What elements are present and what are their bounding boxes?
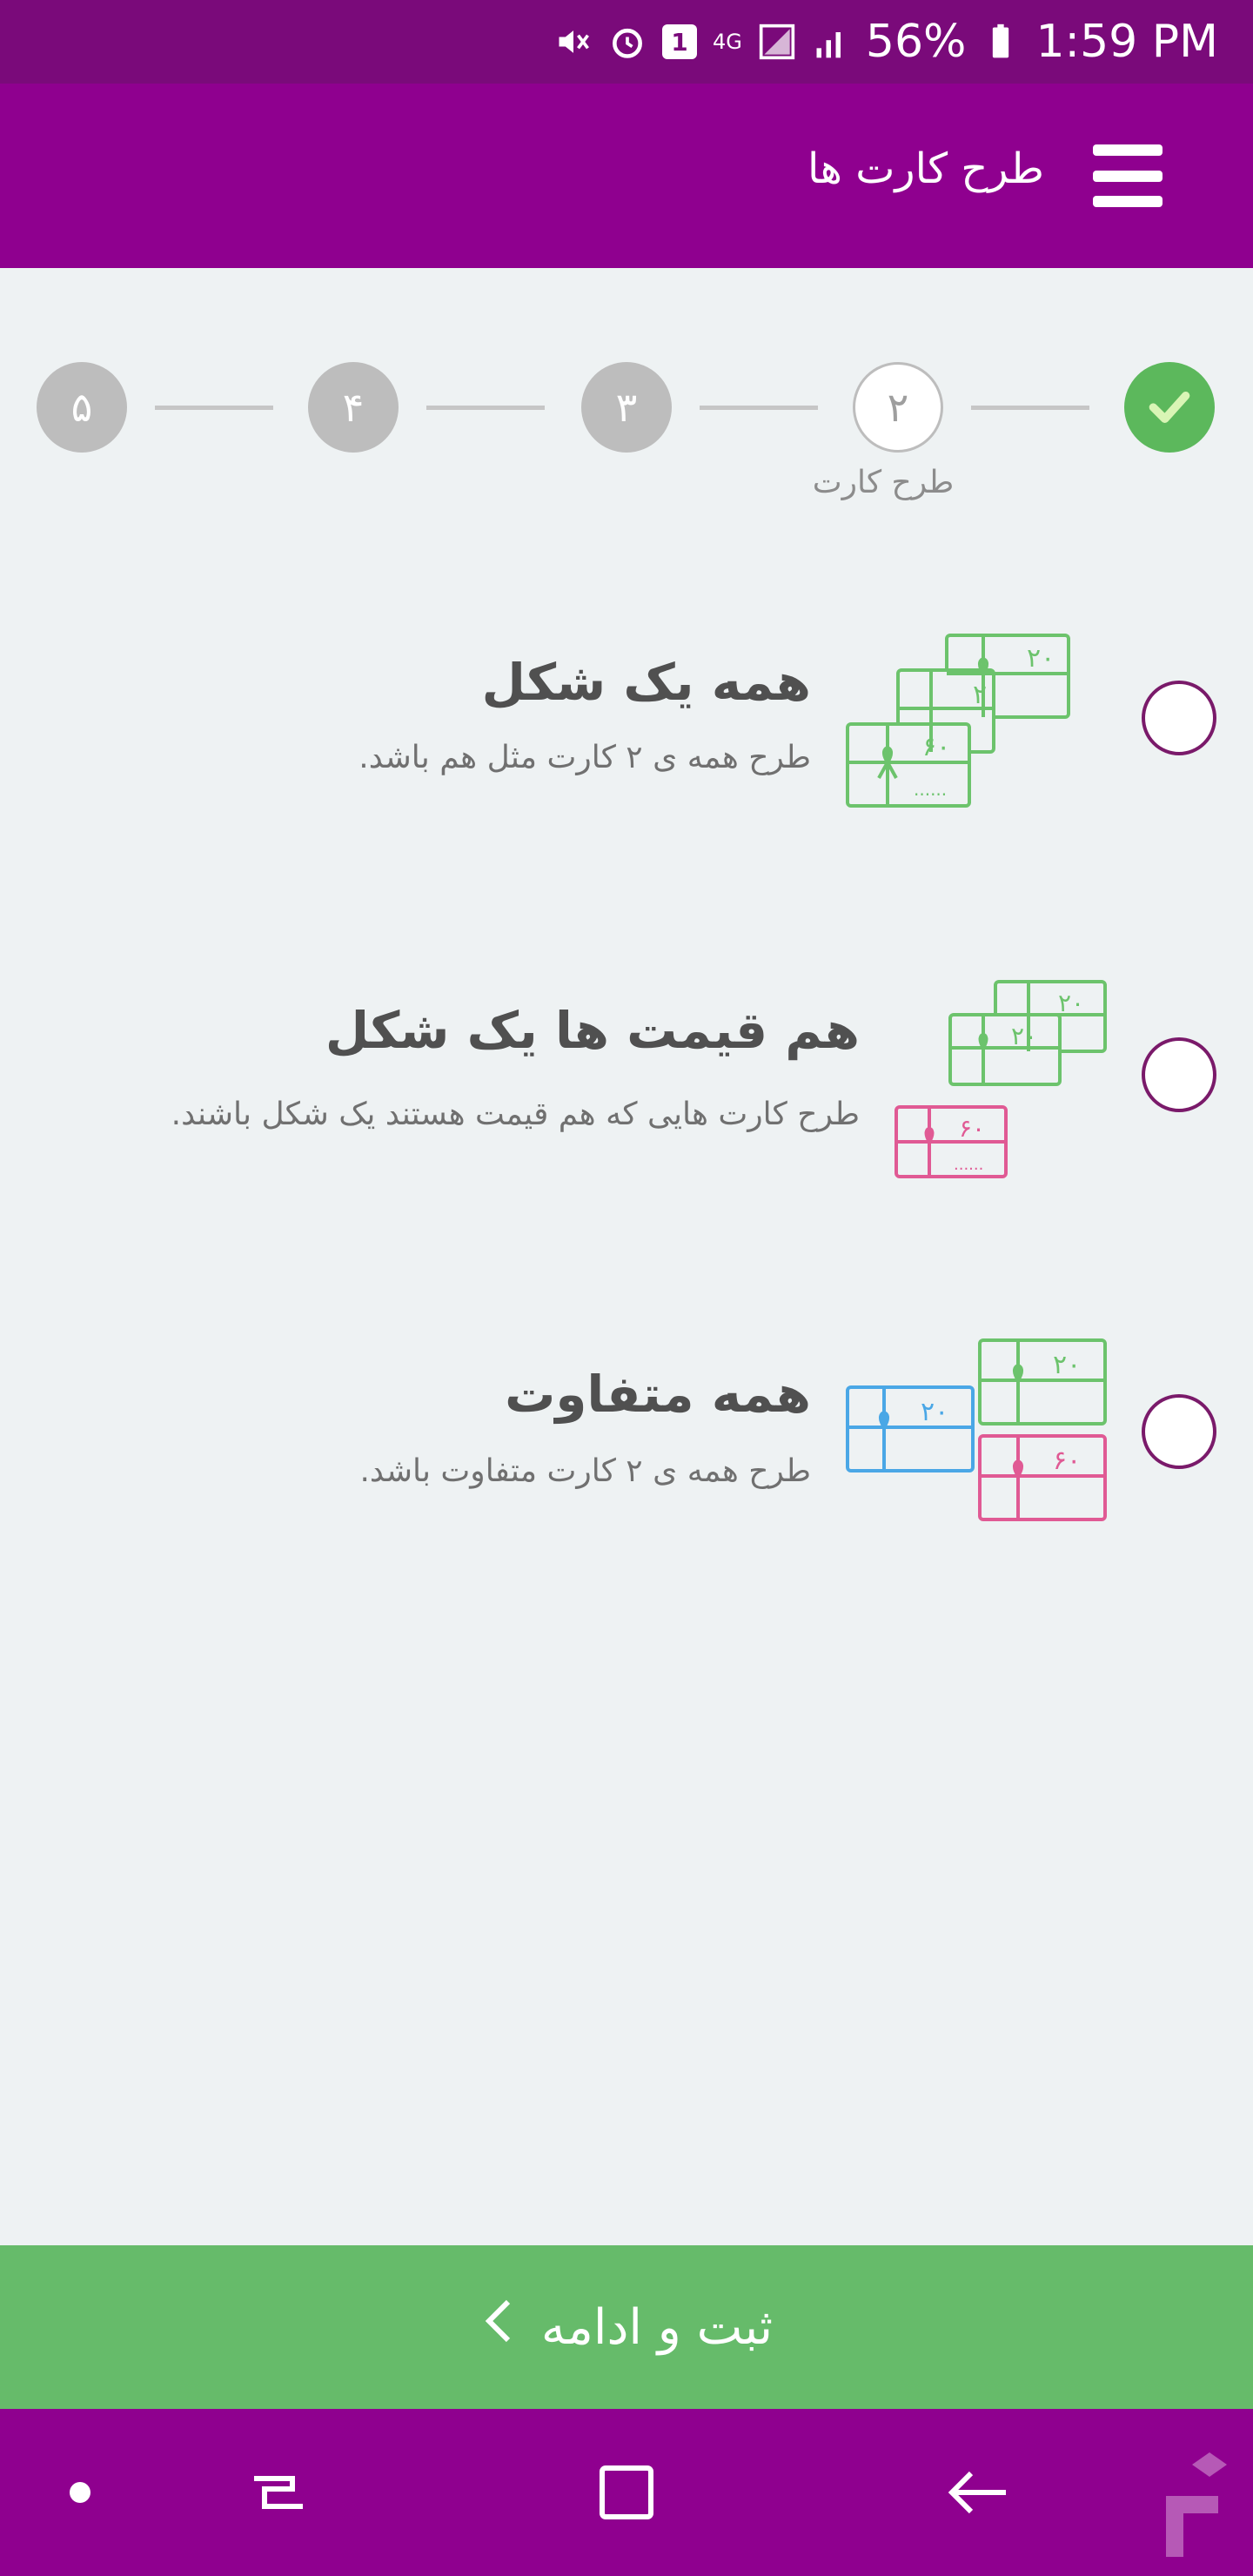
card-value: ۲۰ [1058, 989, 1084, 1017]
dot-icon[interactable] [45, 2458, 115, 2527]
option-same-design[interactable]: ۲۰ ۲۰ ۶۰ ...... همه یک شکل طرح همه ی ۲ ک… [0, 609, 1253, 888]
status-bar: 1 4G 56% 1:59 PM [0, 0, 1253, 84]
network-4g-icon: 4G [713, 30, 742, 54]
signal-icon [758, 23, 796, 61]
back-icon[interactable] [943, 2458, 1013, 2527]
step-connector [155, 406, 273, 410]
card-value: ۶۰ [1053, 1446, 1081, 1476]
step-2: ۲ [853, 362, 943, 453]
step-3: ۳ [581, 362, 672, 453]
gift-cards-icon: ۲۰ ۲۰ ۶۰ ...... [895, 980, 1107, 1178]
submit-continue-button[interactable]: ثبت و ادامه [0, 2245, 1253, 2409]
card-value: ۶۰ [922, 732, 950, 762]
card-value: ۲۰ [1053, 1350, 1081, 1380]
check-icon [1149, 392, 1190, 423]
step-1-done [1124, 362, 1215, 453]
card-value: ۲۰ [973, 680, 1001, 710]
navigation-bar [0, 2409, 1253, 2576]
chevron-left-icon [480, 2297, 515, 2358]
card-dots: ...... [954, 1156, 983, 1174]
step-4: ۴ [308, 362, 399, 453]
battery-percent: 56% [865, 16, 967, 68]
current-step-caption: طرح کارت [812, 465, 955, 500]
gift-cards-icon: ۲۰ ۲۰ ۶۰ [846, 1338, 1107, 1521]
status-icons: 1 4G 56% 1:59 PM [554, 0, 1218, 84]
step-connector [700, 406, 818, 410]
hamburger-menu-icon[interactable] [1093, 144, 1163, 207]
card-value: ۲۰ [1027, 643, 1055, 674]
home-icon[interactable] [592, 2458, 661, 2527]
cards-illustration: ۲۰ ۲۰ ۶۰ ...... [893, 978, 1110, 1191]
card-value: ۶۰ [959, 1114, 985, 1143]
option-title: همه متفاوت [505, 1365, 811, 1424]
radio-same-design[interactable] [1142, 681, 1216, 755]
card-value: ۲۰ [921, 1397, 948, 1427]
recent-apps-icon[interactable] [244, 2458, 313, 2527]
watermark-logo [1149, 2444, 1244, 2574]
option-title: هم قیمت ها یک شکل [325, 1001, 860, 1060]
radio-all-different[interactable] [1142, 1394, 1216, 1469]
step-connector [426, 406, 545, 410]
battery-icon [982, 23, 1020, 61]
sim-icon: 1 [662, 24, 698, 59]
option-title: همه یک شکل [481, 653, 811, 712]
card-dots: ...... [914, 779, 947, 800]
option-all-different[interactable]: ۲۰ ۲۰ ۶۰ همه متفاوت طرح همه ی ۲ کارت متف… [0, 1323, 1253, 1601]
option-same-price-same-design[interactable]: ۲۰ ۲۰ ۶۰ ...... هم قیمت ها یک شکل طرح کا… [0, 966, 1253, 1244]
clock: 1:59 PM [1035, 16, 1218, 68]
card-value: ۲۰ [1011, 1022, 1037, 1050]
option-description: طرح کارت هایی که هم قیمت هستند یک شکل با… [171, 1097, 860, 1132]
page-title: طرح کارت ها [807, 144, 1044, 193]
option-description: طرح همه ی ۲ کارت متفاوت باشد. [359, 1453, 811, 1489]
step-5: ۵ [37, 362, 127, 453]
alarm-icon [608, 23, 647, 61]
radio-same-price-same-design[interactable] [1142, 1037, 1216, 1112]
signal-icon-2 [812, 23, 850, 61]
gift-cards-icon: ۲۰ ۲۰ ۶۰ ...... [846, 634, 1070, 808]
step-connector [971, 406, 1089, 410]
option-description: طرح همه ی ۲ کارت مثل هم باشد. [358, 740, 811, 775]
mute-icon [554, 23, 593, 61]
cards-illustration: ۲۰ ۲۰ ۶۰ ...... [844, 632, 1079, 827]
app-bar: طرح کارت ها [0, 84, 1253, 268]
continue-label: ثبت و ادامه [540, 2298, 774, 2356]
cards-illustration: ۲۰ ۲۰ ۶۰ [844, 1335, 1114, 1539]
